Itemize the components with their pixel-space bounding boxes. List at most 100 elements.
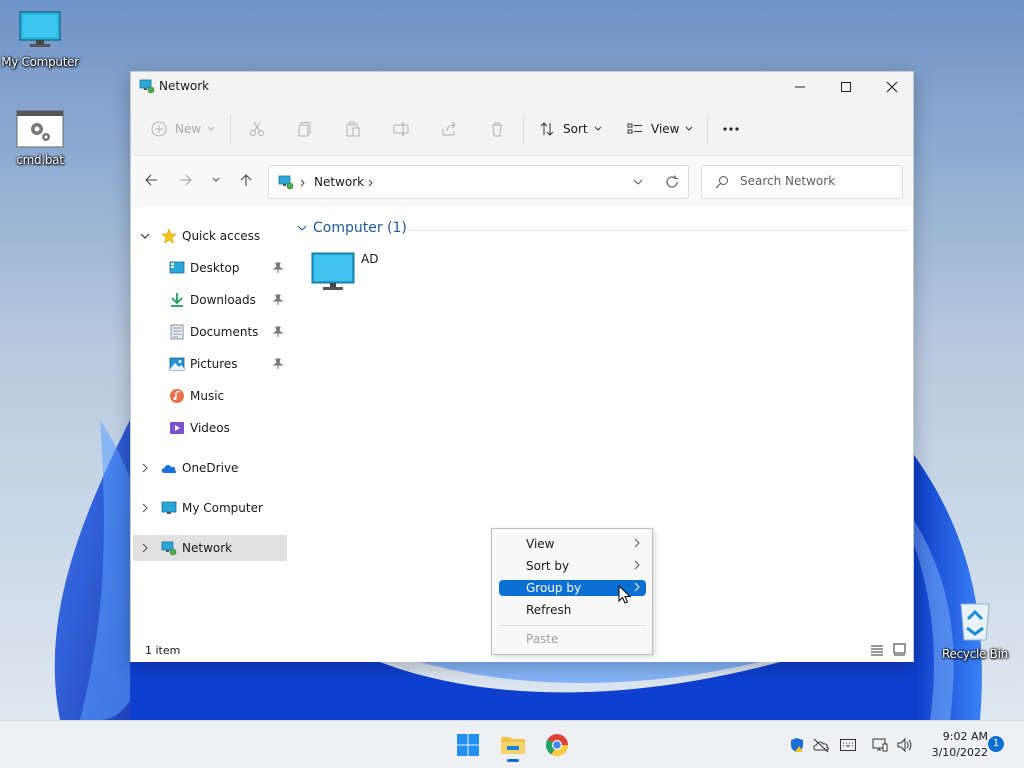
toolbar-separator [523,114,524,144]
sidebar-item-pictures[interactable]: Pictures [131,352,291,378]
large-icons-view-icon[interactable] [893,643,906,656]
toolbar-separator [707,114,708,144]
clock-time: 9:02 AM [942,730,988,743]
sidebar-item-label: Desktop [190,261,240,275]
pin-icon [272,326,284,337]
sidebar-item-my-computer[interactable]: My Computer [131,496,291,522]
sidebar-item-documents[interactable]: Documents [131,320,291,346]
address-history-chevron-icon[interactable] [633,179,643,186]
batch-file-icon [16,110,64,148]
sort-button[interactable]: Sort [539,116,602,142]
details-view-icon[interactable] [871,644,883,656]
sidebar-item-label: My Computer [182,501,263,515]
sidebar-item-music[interactable]: Music [131,384,291,410]
chevron-right-icon[interactable] [142,503,148,513]
sidebar-item-label: Videos [190,421,230,435]
desktop-icon [169,261,185,274]
taskbar: 9:02 AM 3/10/2022 1 [0,720,1024,768]
security-shield-icon[interactable] [789,737,805,753]
menu-item-label: Sort by [526,559,570,573]
search-input[interactable] [740,174,890,188]
notification-badge[interactable]: 1 [988,736,1004,752]
group-header-computer[interactable]: Computer (1) [297,220,407,236]
system-clock[interactable]: 9:02 AM 3/10/2022 [916,729,988,761]
network-icon [161,541,177,556]
cut-button[interactable] [249,116,265,142]
more-options-button[interactable] [722,116,740,142]
chrome-taskbar-button[interactable] [537,729,577,761]
paste-icon [346,121,360,137]
forward-arrow-icon[interactable] [179,173,193,187]
desktop-icon-recycle-bin[interactable]: Recycle Bin [935,600,1015,661]
sidebar-item-onedrive[interactable]: OneDrive [131,456,291,482]
search-box[interactable] [701,165,903,199]
sidebar-item-label: Network [182,541,233,555]
clock-date: 3/10/2022 [931,746,988,759]
sidebar-item-network[interactable]: Network [133,535,287,561]
back-arrow-icon[interactable] [144,173,158,187]
menu-item-label: Refresh [526,603,572,617]
chevron-right-icon[interactable] [142,543,148,553]
start-button[interactable] [448,729,488,761]
picture-icon [169,357,185,371]
title-bar[interactable]: Network [131,72,913,102]
cloud-icon [161,465,177,473]
chrome-icon [546,734,568,756]
chevron-right-icon [634,582,640,592]
sidebar-item-quick-access[interactable]: Quick access [131,224,291,250]
command-bar: New Sort View [131,102,913,156]
new-button-label: New [175,122,202,136]
recent-locations-chevron-icon[interactable] [212,177,220,183]
cloud-offline-icon[interactable] [812,737,830,753]
computer-icon [311,252,355,290]
share-icon [442,121,456,136]
maximize-button[interactable] [823,72,869,102]
pin-icon [272,358,284,369]
mouse-cursor-icon [618,585,632,604]
chevron-right-icon[interactable] [142,463,148,473]
volume-icon[interactable] [896,737,914,753]
network-item-ad[interactable]: AD [311,252,391,296]
keyboard-icon[interactable] [840,739,856,751]
chevron-down-icon [686,126,693,131]
new-button[interactable]: New [151,116,215,142]
chevron-down-icon [594,126,601,131]
navigation-row: Network [131,157,913,207]
copy-button[interactable] [297,116,313,142]
menu-item-view[interactable]: View [499,536,646,552]
delete-button[interactable] [489,116,505,142]
menu-item-sort-by[interactable]: Sort by [499,558,646,574]
desktop-icon-my-computer[interactable]: My Computer [0,10,80,69]
menu-separator [499,625,646,626]
rename-button[interactable] [393,116,409,142]
monitor-icon [19,11,61,47]
chevron-down-icon [207,126,215,131]
sidebar-item-videos[interactable]: Videos [131,416,291,442]
breadcrumb-chevron-icon[interactable] [368,179,374,187]
group-header-label: Computer (1) [313,220,407,236]
sidebar-item-desktop[interactable]: Desktop [131,256,291,282]
breadcrumb-chevron-icon[interactable] [300,179,306,187]
menu-item-paste: Paste [499,631,646,647]
file-explorer-taskbar-button[interactable] [493,729,533,762]
plus-circle-icon [151,121,167,137]
close-button[interactable] [869,72,915,102]
minimize-button[interactable] [777,72,823,102]
address-bar[interactable]: Network [268,165,689,199]
share-button[interactable] [441,116,457,142]
up-arrow-icon[interactable] [239,173,253,187]
toolbar-separator [230,114,231,144]
desktop-icon-label: Recycle Bin [942,647,1008,661]
network-status-icon[interactable] [872,737,888,753]
sort-button-label: Sort [563,122,588,136]
sidebar-item-downloads[interactable]: Downloads [131,288,291,314]
star-icon [161,228,177,244]
network-icon [278,175,294,190]
view-list-icon [627,123,642,134]
chevron-down-icon[interactable] [140,233,150,240]
paste-button[interactable] [345,116,361,142]
view-button[interactable]: View [627,116,693,142]
breadcrumb-network[interactable]: Network [314,175,364,189]
refresh-icon[interactable] [665,175,679,189]
desktop-icon-cmd-bat[interactable]: cmd.bat [0,110,80,167]
